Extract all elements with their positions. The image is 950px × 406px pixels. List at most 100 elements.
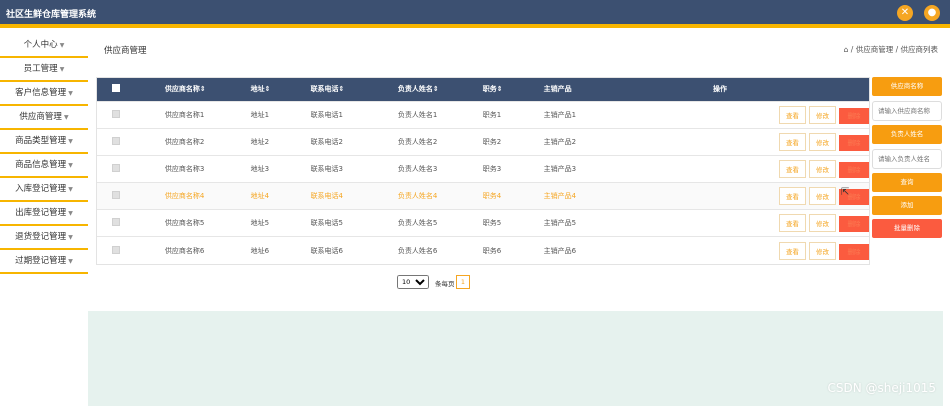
table-row[interactable]: 供应商名称3 地址3 联系电话3 负责人姓名3 职务3 主销产品3 查看 修改 删除 [97, 155, 869, 182]
cell-phone: 联系电话6 [310, 246, 344, 255]
edit-button[interactable]: 修改 [809, 159, 836, 178]
view-button[interactable]: 查看 [779, 187, 806, 206]
sidebar-item-staff[interactable]: 员工管理 ▼ [0, 58, 88, 82]
cell-product: 主销产品4 [543, 192, 577, 201]
cell-position: 职务6 [482, 246, 502, 255]
sidebar-item-expired[interactable]: 过期登记管理 ▼ [0, 250, 88, 274]
watermark: CSDN @sheji1015 [827, 381, 936, 395]
cell-phone: 联系电话5 [310, 219, 344, 228]
row-checkbox[interactable] [97, 183, 165, 210]
row-checkbox[interactable] [97, 210, 165, 237]
user-icon[interactable]: ● [924, 5, 940, 21]
row-actions: 查看 修改 删除 [673, 101, 869, 128]
delete-button[interactable]: 删除 [839, 216, 869, 233]
sidebar-item-profile[interactable]: 个人中心 ▼ [0, 34, 88, 58]
cell-manager: 负责人姓名6 [397, 246, 438, 255]
col-phone[interactable]: 联系电话⇕ [311, 78, 398, 101]
cell-address: 地址5 [250, 219, 270, 228]
sidebar-item-inbound[interactable]: 入库登记管理 ▼ [0, 178, 88, 202]
edit-button[interactable]: 修改 [809, 105, 836, 124]
cell-phone: 联系电话1 [310, 110, 344, 119]
edit-button[interactable]: 修改 [809, 187, 836, 206]
pagination: 10 条每页 1 [397, 275, 470, 289]
col-position[interactable]: 职务⇕ [483, 78, 544, 101]
chevron-down-icon: ▼ [68, 258, 73, 265]
row-checkbox[interactable] [97, 101, 165, 128]
col-address[interactable]: 地址⇕ [251, 78, 311, 101]
batch-delete-button[interactable]: 批量删除 [872, 219, 942, 238]
delete-button[interactable]: 删除 [839, 243, 869, 260]
supplier-name-label: 供应商名称 [872, 77, 942, 96]
page-title: 供应商管理 [104, 46, 147, 56]
table-row[interactable]: 供应商名称6 地址6 联系电话6 负责人姓名6 职务6 主销产品6 查看 修改 删除 [97, 236, 869, 264]
chevron-down-icon: ▼ [59, 66, 65, 73]
manager-name-input[interactable] [872, 149, 942, 169]
sidebar-item-products[interactable]: 商品信息管理 ▼ [0, 154, 88, 178]
cell-manager: 负责人姓名3 [397, 164, 438, 173]
view-button[interactable]: 查看 [779, 241, 806, 260]
close-circle-icon[interactable]: ✕ [897, 5, 913, 21]
table-row[interactable]: 供应商名称2 地址2 联系电话2 负责人姓名2 职务2 主销产品2 查看 修改 删除 [97, 128, 869, 155]
chevron-down-icon: ▼ [59, 42, 65, 49]
cell-name: 供应商名称3 [164, 164, 205, 173]
cell-position: 职务4 [482, 192, 502, 201]
row-actions: 查看 修改 删除 [673, 183, 869, 210]
col-manager[interactable]: 负责人姓名⇕ [398, 78, 483, 101]
view-button[interactable]: 查看 [779, 132, 806, 151]
cell-address: 地址6 [250, 246, 270, 255]
delete-button[interactable]: 删除 [839, 161, 869, 178]
chevron-down-icon: ▼ [68, 234, 73, 241]
edit-button[interactable]: 修改 [809, 241, 836, 260]
row-checkbox[interactable] [97, 128, 165, 155]
footer-area [88, 311, 943, 406]
delete-button[interactable]: 删除 [839, 107, 869, 124]
manager-name-label: 负责人姓名 [872, 125, 942, 144]
cell-name: 供应商名称4 [164, 192, 205, 201]
row-checkbox[interactable] [97, 237, 165, 264]
select-all-checkbox[interactable] [97, 78, 165, 101]
supplier-table: 供应商名称⇕ 地址⇕ 联系电话⇕ 负责人姓名⇕ 职务⇕ 主销产品 操作 供应商名… [96, 77, 870, 266]
home-icon[interactable]: ⌂ [844, 45, 849, 54]
row-checkbox[interactable] [97, 155, 165, 182]
cell-phone: 联系电话3 [310, 164, 344, 173]
col-supplier-name[interactable]: 供应商名称⇕ [165, 78, 251, 101]
add-button[interactable]: 添加 [872, 196, 942, 215]
view-button[interactable]: 查看 [779, 105, 806, 124]
sidebar-item-label: 商品信息管理 [15, 160, 67, 170]
cell-product: 主销产品3 [543, 164, 577, 173]
view-button[interactable]: 查看 [779, 159, 806, 178]
cell-phone: 联系电话4 [310, 192, 344, 201]
edit-button[interactable]: 修改 [809, 132, 836, 151]
query-button[interactable]: 查询 [872, 173, 942, 192]
sidebar-item-returns[interactable]: 退货登记管理 ▼ [0, 226, 88, 250]
table-row[interactable]: 供应商名称5 地址5 联系电话5 负责人姓名5 职务5 主销产品5 查看 修改 删除 [97, 209, 869, 237]
cell-product: 主销产品6 [543, 246, 577, 255]
cell-name: 供应商名称5 [164, 219, 205, 228]
cell-position: 职务1 [482, 110, 502, 119]
cell-name: 供应商名称2 [164, 137, 205, 146]
table-row[interactable]: 供应商名称4 地址4 联系电话4 负责人姓名4 职务4 主销产品4 查看 修改 删除 [97, 182, 869, 210]
view-button[interactable]: 查看 [779, 214, 806, 233]
sidebar-item-label: 退货登记管理 [15, 232, 67, 242]
table-row[interactable]: 供应商名称1 地址1 联系电话1 负责人姓名1 职务1 主销产品1 查看 修改 删除 [97, 101, 869, 128]
cell-product: 主销产品5 [543, 219, 577, 228]
row-actions: 查看 修改 删除 [673, 155, 869, 182]
sidebar-item-label: 个人中心 [23, 40, 58, 50]
sidebar-item-suppliers[interactable]: 供应商管理 ▼ [0, 106, 88, 130]
cell-manager: 负责人姓名4 [397, 192, 438, 201]
page-size-select[interactable]: 10 [397, 275, 429, 289]
cell-address: 地址3 [250, 164, 270, 173]
cell-phone: 联系电话2 [310, 137, 344, 146]
breadcrumb-path: / 供应商管理 / 供应商列表 [850, 45, 938, 54]
sidebar-item-label: 入库登记管理 [15, 184, 67, 194]
page-button-current[interactable]: 1 [456, 275, 470, 289]
sidebar-item-outbound[interactable]: 出库登记管理 ▼ [0, 202, 88, 226]
page-size-label: 条每页 [435, 280, 455, 288]
edit-button[interactable]: 修改 [809, 214, 836, 233]
supplier-name-input[interactable] [872, 101, 942, 121]
sidebar-item-product-types[interactable]: 商品类型管理 ▼ [0, 130, 88, 154]
table-header-row: 供应商名称⇕ 地址⇕ 联系电话⇕ 负责人姓名⇕ 职务⇕ 主销产品 操作 [97, 78, 869, 101]
sidebar-item-customers[interactable]: 客户信息管理 ▼ [0, 82, 88, 106]
cell-position: 职务5 [482, 219, 502, 228]
delete-button[interactable]: 删除 [839, 134, 869, 151]
